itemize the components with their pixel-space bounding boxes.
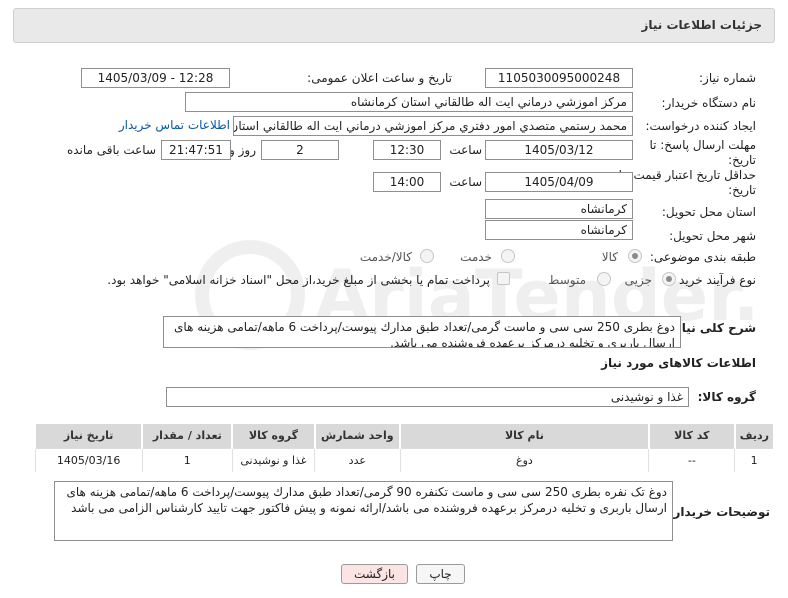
deadline-label: مهلت ارسال پاسخ: تا تاریخ:	[649, 138, 756, 167]
cell-row: 1	[734, 447, 773, 472]
col-row: ردیف	[733, 424, 773, 448]
cell-need-date: 1405/03/16	[34, 447, 143, 472]
cell-group: غذا و نوشیدنی	[231, 447, 315, 472]
buyer-notes-textarea[interactable]: دوغ تک نفره بطری 250 سی سی و ماست تکنفره…	[54, 481, 673, 541]
goods-section-title: اطلاعات کالاهای مورد نیاز	[601, 356, 756, 370]
treasury-bonds-note: پرداخت تمام یا بخشی از مبلغ خرید،از محل …	[107, 273, 490, 287]
col-need-date: تاریخ نیاز	[33, 424, 143, 448]
goods-group-label: گروه کالا:	[697, 390, 756, 404]
description-textarea[interactable]: دوغ بطری 250 سی سی و ماست گرمی/تعداد طبق…	[163, 316, 681, 348]
category-goods-label: کالا	[601, 250, 618, 264]
price-validity-date-field: 1405/04/09	[485, 172, 633, 192]
cell-code: --	[648, 447, 735, 472]
back-button[interactable]: بازگشت	[341, 564, 408, 584]
col-quantity: تعداد / مقدار	[141, 424, 233, 448]
category-goods-service-label: کالا/خدمت	[359, 250, 412, 264]
need-number-field: 1105030095000248	[485, 68, 633, 88]
cell-unit: عدد	[314, 447, 400, 472]
deadline-time-label: ساعت	[449, 143, 482, 157]
delivery-city-label: شهر محل تحویل:	[669, 229, 756, 243]
time-remaining-label: ساعت باقی مانده	[66, 143, 156, 157]
requester-field: محمد رستمي متصدي امور دفتري مرکز اموزشي …	[233, 116, 633, 136]
goods-table-header: ردیف کد کالا نام کالا واحد شمارش گروه کا…	[33, 424, 773, 448]
purchase-minor-radio[interactable]	[662, 272, 676, 286]
description-label: شرح کلی نیاز:	[670, 321, 756, 335]
purchase-minor-label: جزیی	[624, 273, 652, 287]
category-label: طبقه بندی موضوعی:	[649, 250, 756, 264]
buyer-notes-label: توضیحات خریدار:	[668, 505, 770, 519]
buyer-contact-link[interactable]: اطلاعات تماس خریدار	[119, 118, 230, 132]
delivery-city-field: كرمانشاه	[485, 220, 633, 240]
goods-table: ردیف کد کالا نام کالا واحد شمارش گروه کا…	[33, 424, 773, 472]
category-service-radio[interactable]	[501, 249, 515, 263]
purchase-type-label: نوع فرآیند خرید :	[671, 273, 756, 287]
buyer-org-label: نام دستگاه خریدار:	[661, 96, 757, 110]
announce-datetime-label: تاریخ و ساعت اعلان عمومی:	[307, 71, 452, 85]
details-panel-header: جزئیات اطلاعات نیاز	[13, 8, 775, 43]
col-name: نام کالا	[399, 424, 649, 448]
need-number-label: شماره نیاز:	[699, 71, 756, 85]
goods-group-field: غذا و نوشیدنی	[166, 387, 689, 407]
buyer-org-field: مرکز اموزشي درماني ايت اله طالقاني استان…	[185, 92, 633, 112]
price-validity-time-label: ساعت	[449, 175, 482, 189]
time-remaining-field: 21:47:51	[161, 140, 231, 160]
delivery-province-field: كرمانشاه	[485, 199, 633, 219]
cell-quantity: 1	[141, 447, 233, 472]
purchase-medium-label: متوسط	[548, 273, 586, 287]
days-label: روز و	[229, 143, 256, 157]
delivery-province-label: استان محل تحویل:	[661, 205, 756, 219]
requester-label: ایجاد کننده درخواست:	[645, 119, 756, 133]
print-button[interactable]: چاپ	[416, 564, 465, 584]
category-goods-service-radio[interactable]	[420, 249, 434, 263]
category-goods-radio[interactable]	[628, 249, 642, 263]
col-unit: واحد شمارش	[313, 424, 400, 448]
announce-datetime-field: 1405/03/09 - 12:28	[81, 68, 230, 88]
page-title: جزئیات اطلاعات نیاز	[641, 18, 762, 32]
table-row: 1 -- دوغ عدد غذا و نوشیدنی 1 1405/03/16	[34, 447, 773, 472]
col-code: کد کالا	[647, 424, 735, 448]
deadline-date-field: 1405/03/12	[485, 140, 633, 160]
cell-name: دوغ	[399, 447, 649, 472]
category-service-label: خدمت	[460, 250, 492, 264]
col-group: گروه کالا	[231, 424, 315, 448]
deadline-time-field: 12:30	[373, 140, 441, 160]
price-validity-time-field: 14:00	[373, 172, 441, 192]
treasury-bonds-checkbox[interactable]	[497, 272, 510, 285]
days-remaining-field: 2	[261, 140, 339, 160]
purchase-medium-radio[interactable]	[597, 272, 611, 286]
